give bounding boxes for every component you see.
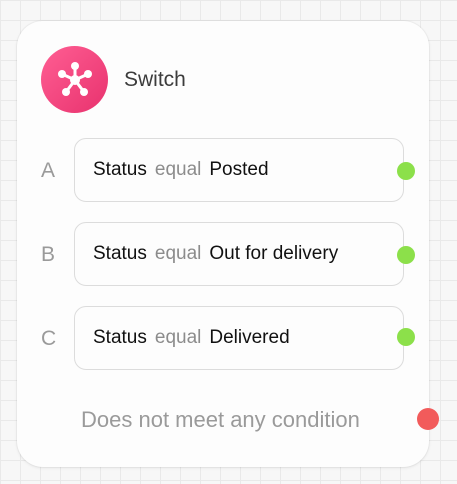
output-port-default[interactable] <box>417 408 439 430</box>
case-label-c: C <box>41 327 57 350</box>
output-port-a[interactable] <box>397 162 415 180</box>
condition-operator: equal <box>154 327 202 348</box>
condition-value: Delivered <box>209 327 290 348</box>
case-label-a: A <box>41 159 56 182</box>
condition-value: Out for delivery <box>209 243 339 264</box>
condition-operator: equal <box>154 159 202 180</box>
condition-row-b[interactable]: Status equal Out for delivery <box>74 222 404 286</box>
condition-field: Status <box>93 327 147 348</box>
condition-row-c[interactable]: Status equal Delivered <box>74 306 404 370</box>
output-port-b[interactable] <box>397 246 415 264</box>
switch-node[interactable]: Switch A Status equal Posted B Status eq… <box>17 21 439 467</box>
hub-network-icon <box>41 46 108 113</box>
condition-value: Posted <box>209 159 269 180</box>
output-port-c[interactable] <box>397 328 415 346</box>
condition-operator: equal <box>154 243 202 264</box>
default-branch-label: Does not meet any condition <box>81 407 360 432</box>
node-title: Switch <box>124 68 186 91</box>
case-label-b: B <box>41 243 56 266</box>
condition-field: Status <box>93 159 147 180</box>
condition-row-a[interactable]: Status equal Posted <box>74 138 404 202</box>
condition-field: Status <box>93 243 147 264</box>
